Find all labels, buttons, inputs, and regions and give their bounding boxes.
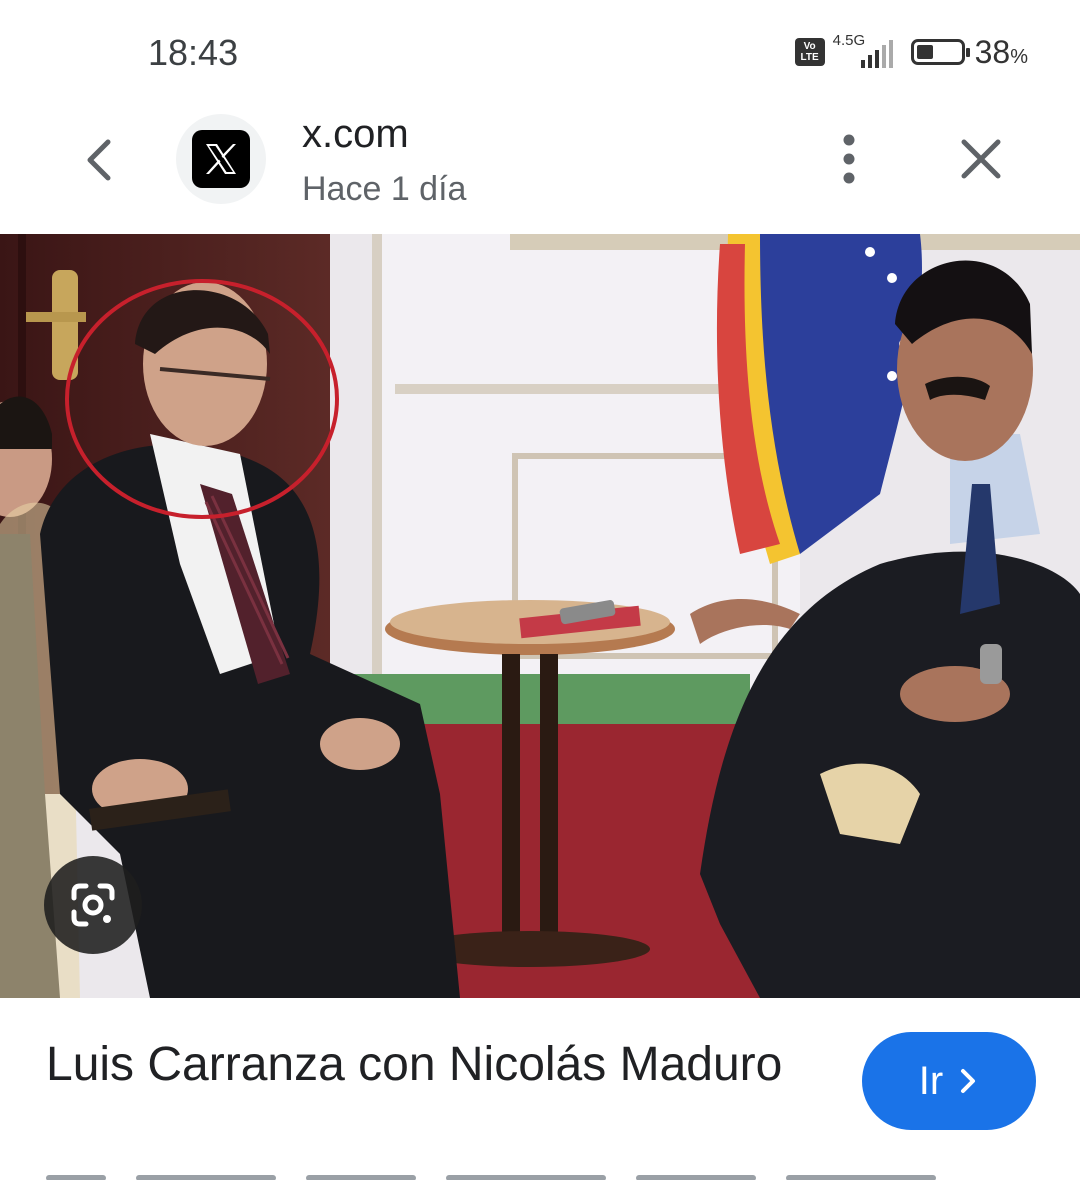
x-logo-icon [206,144,236,174]
status-bar: 18:43 Vo LTE 4.5G 38% [0,0,1080,100]
meeting-photo [0,234,1080,998]
signal-icon: 4.5G [831,32,893,72]
next-text-peek [46,1168,1026,1180]
status-icons: Vo LTE 4.5G 38% [794,30,1028,74]
volte-icon: Vo LTE [794,38,825,66]
back-button[interactable] [72,130,124,190]
site-favicon [176,114,266,204]
status-time: 18:43 [148,32,239,73]
time-ago: Hace 1 día [302,170,467,208]
lens-search-button[interactable] [44,856,142,954]
site-domain[interactable]: x.com [302,112,409,157]
go-button-label: Ir [918,1058,944,1103]
battery-percent: 38% [974,33,1028,70]
more-options-button[interactable] [828,130,870,190]
chevron-left-icon [87,139,111,181]
close-icon [961,139,1001,179]
more-vert-icon [843,134,855,184]
go-button[interactable]: Ir [862,1032,1036,1130]
battery-icon [910,39,970,65]
result-image[interactable] [0,234,1080,998]
chevron-right-icon [961,1069,976,1093]
close-button[interactable] [950,128,1012,190]
google-lens-icon [71,883,115,927]
result-title: Luis Carranza con Nicolás Maduro [46,1038,783,1091]
